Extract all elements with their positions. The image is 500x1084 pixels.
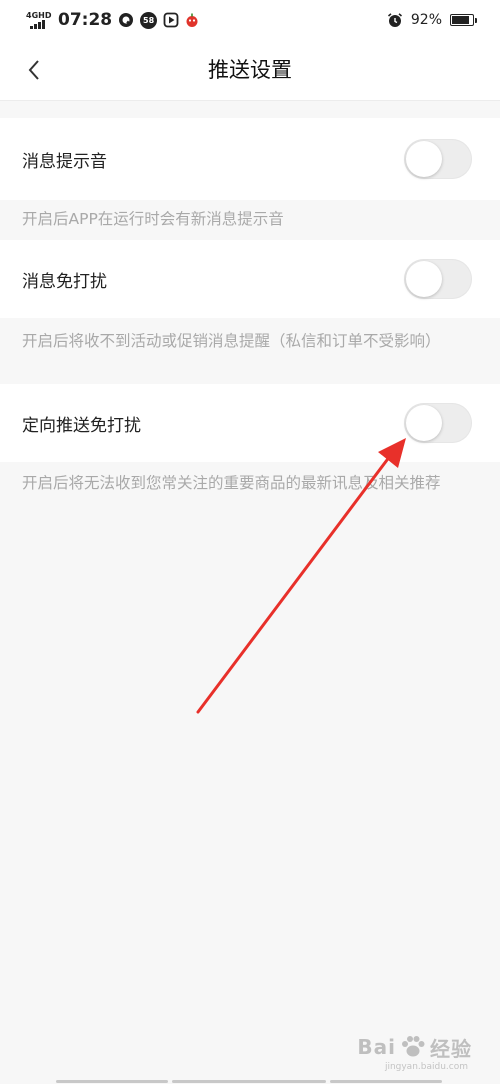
setting-label: 消息免打扰 <box>22 271 107 292</box>
battery-fill <box>452 16 469 24</box>
alarm-icon <box>387 12 403 28</box>
app-58-icon: 58 <box>140 11 158 29</box>
signal-icon <box>30 20 45 29</box>
gesture-bar-right <box>330 1080 442 1083</box>
setting-row-message-sound: 消息提示音 <box>0 118 500 200</box>
watermark-brand: Bai <box>357 1035 396 1059</box>
q-app-icon <box>118 12 134 28</box>
gesture-bar-center <box>172 1080 326 1083</box>
page-title: 推送设置 <box>208 58 292 82</box>
gesture-bar-left <box>56 1080 168 1083</box>
app-58-label: 58 <box>143 15 155 25</box>
toggle-knob <box>406 261 442 297</box>
status-right: 92% <box>387 8 477 32</box>
targeted-push-dnd-toggle[interactable] <box>404 403 472 443</box>
setting-label: 定向推送免打扰 <box>22 415 141 436</box>
message-sound-toggle[interactable] <box>404 139 472 179</box>
watermark-suffix: 经验 <box>430 1036 472 1061</box>
toggle-knob <box>406 141 442 177</box>
clock-time: 07:28 <box>58 10 113 30</box>
setting-row-targeted-push-dnd: 定向推送免打扰 <box>0 384 500 462</box>
setting-description: 开启后将收不到活动或促销消息提醒（私信和订单不受影响） <box>22 332 441 350</box>
play-icon <box>163 12 179 28</box>
do-not-disturb-toggle[interactable] <box>404 259 472 299</box>
network-type: 4GHD <box>26 11 52 20</box>
toggle-knob <box>406 405 442 441</box>
battery-icon <box>450 14 477 26</box>
battery-percent: 92% <box>410 12 442 28</box>
setting-row-do-not-disturb: 消息免打扰 <box>0 240 500 318</box>
status-left: 4GHD 07:28 58 <box>26 8 199 32</box>
paw-icon <box>402 1036 425 1057</box>
setting-description: 开启后将无法收到您常关注的重要商品的最新讯息及相关推荐 <box>22 474 441 492</box>
navigation-bar: 推送设置 <box>0 40 500 101</box>
fruit-app-icon <box>185 12 199 28</box>
watermark-url: jingyan.baidu.com <box>384 1062 468 1072</box>
network-indicator: 4GHD <box>26 11 52 29</box>
status-bar: 4GHD 07:28 58 92% <box>0 0 500 40</box>
setting-label: 消息提示音 <box>22 151 107 172</box>
setting-description: 开启后APP在运行时会有新消息提示音 <box>22 210 284 228</box>
baidu-watermark: Bai 经验 <box>312 1030 472 1064</box>
